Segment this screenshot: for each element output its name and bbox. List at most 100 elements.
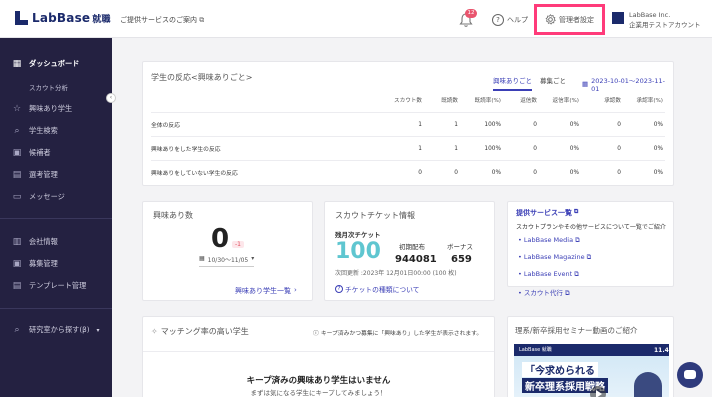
external-link-icon: ⧉ [575, 236, 580, 244]
sidebar-item-dashboard[interactable]: ▦ ダッシュボード [12, 59, 80, 69]
sparkle-icon: ✧ [151, 327, 158, 336]
service-item[interactable]: • LabBase Media ⧉ [518, 236, 591, 245]
services-title-link[interactable]: 提供サービス一覧 ⧉ [516, 208, 578, 218]
divider [143, 351, 494, 352]
col-header: 返信率(%) [552, 98, 579, 104]
company-account: 企業用テストアカウント [629, 21, 701, 29]
table-row: 全体の反応 1 1 100% 0 0% 0 0% [151, 112, 665, 136]
sidebar-item-student-search[interactable]: ⌕ 学生検索 [12, 126, 57, 136]
col-header: 既読率(%) [474, 98, 501, 104]
ticket-title: スカウトチケット情報 [335, 211, 415, 220]
reaction-title: 学生の反応<興味ありごと> [151, 73, 253, 82]
next-update-text: 次回更新 :2023年 12月01日00:00 (100 枚) [335, 270, 457, 277]
doc-icon: ▤ [12, 281, 22, 291]
sidebar-item-recruit[interactable]: ▣ 募集管理 [12, 259, 58, 269]
table-row: 興味ありをしていない学生の反応 0 0 0% 0 0% 0 0% [151, 160, 665, 184]
star-icon: ☆ [12, 104, 22, 114]
sidebar-item-messages[interactable]: ▭ メッセージ [12, 192, 65, 202]
search-icon: ⌕ [14, 325, 20, 335]
question-circle-icon: ? [335, 285, 343, 293]
chat-support-button[interactable] [677, 362, 703, 388]
sidebar: ‹ ▦ ダッシュボード スカウト分析 ☆ 興味あり学生 ⌕ 学生検索 ▣ 候補者… [0, 38, 116, 397]
seminar-title: 理系/新卒採用セミナー動画のご紹介 [515, 326, 638, 335]
bonus-value: 659 [451, 254, 472, 265]
tab-interest[interactable]: 興味ありごと [493, 75, 532, 91]
person-icon: ▣ [12, 148, 22, 158]
service-item[interactable]: • LabBase Magazine ⧉ [518, 253, 591, 262]
empty-subtitle: まずは気になる学生にキープしてみましょう！ [250, 389, 387, 397]
sidebar-item-scout-analysis[interactable]: スカウト分析 [29, 82, 68, 92]
interest-count-value: 0 [211, 224, 230, 254]
building-icon: ▥ [12, 237, 22, 247]
doc-icon: ▤ [12, 170, 22, 180]
interest-delta-badge: -1 [232, 241, 244, 248]
initial-label: 初期配布 [399, 243, 425, 251]
interested-students-link[interactable]: 興味あり学生一覧 › [235, 286, 297, 296]
seminar-card: 理系/新卒採用セミナー動画のご紹介 LabBase 就職 11.4 「今求められ… [507, 316, 674, 397]
app-logo[interactable]: LabBase 就職 [15, 11, 111, 25]
company-logo-icon [612, 12, 624, 24]
sidebar-collapse-button[interactable]: ‹ [106, 93, 116, 103]
labbase-logo-icon [15, 11, 28, 25]
sidebar-item-lab-search[interactable]: ⌕ 研究室から探す(β) ▾ [12, 325, 100, 335]
top-bar: LabBase 就職 ご提供サービスのご案内 ⧉ 12 ? ヘルプ 管理者設定 L… [0, 0, 712, 38]
matching-note: キープ済みかつ募集に「興味あり」した学生が表示されます。 [320, 331, 483, 337]
calendar-icon: ▦ [582, 80, 589, 88]
external-link-icon: ⧉ [586, 253, 592, 261]
external-link-icon: ⧉ [574, 208, 579, 215]
banner-line1: 「今求められる [522, 362, 598, 377]
seminar-video-thumbnail[interactable]: LabBase 就職 11.4 「今求められる 新卒理系採用戦略 [514, 344, 669, 397]
sidebar-item-company-info[interactable]: ▥ 会社情報 [12, 237, 58, 247]
services-card: 提供サービス一覧 ⧉ スカウトプランやその他サービスについて一覧でご紹介 • L… [507, 201, 674, 297]
week-range-select[interactable]: ▦ 10/30〜11/05 ▾ [199, 255, 255, 267]
reaction-tabs: 興味ありごと 募集ごと [493, 75, 566, 91]
company-account-menu[interactable]: LabBase Inc. 企業用テストアカウント [612, 10, 701, 30]
col-header: スカウト数 [394, 98, 422, 104]
monthly-ticket-label: 残月次チケット [335, 231, 381, 239]
chat-icon: ▭ [12, 192, 22, 202]
company-name: LabBase Inc. [629, 11, 671, 19]
admin-settings-button[interactable]: 管理者設定 [534, 4, 605, 35]
sidebar-item-selection[interactable]: ▤ 選考管理 [12, 170, 58, 180]
banner-brand: LabBase 就職 [514, 344, 669, 356]
search-icon: ⌕ [14, 126, 20, 136]
sidebar-item-interested-students[interactable]: ☆ 興味あり学生 [12, 104, 72, 114]
notification-badge: 12 [465, 9, 477, 18]
person-icon: ▣ [12, 259, 22, 269]
tab-recruit[interactable]: 募集ごと [540, 75, 566, 91]
ticket-types-link[interactable]: ? チケットの種類について [335, 284, 420, 294]
service-guide-link[interactable]: ご提供サービスのご案内 ⧉ [120, 15, 204, 25]
col-header: 承認数 [604, 98, 621, 104]
help-button[interactable]: ? ヘルプ [492, 14, 528, 26]
logo-sub: 就職 [92, 15, 111, 25]
services-list: • LabBase Media ⧉ • LabBase Magazine ⧉ •… [518, 236, 591, 302]
reaction-card: 学生の反応<興味ありごと> 興味ありごと 募集ごと ▦ 2023-10-01〜2… [142, 61, 674, 186]
interest-count-title: 興味あり数 [153, 211, 193, 220]
grid-icon: ▦ [12, 59, 22, 69]
external-link-icon: ⧉ [574, 270, 579, 278]
service-item[interactable]: • LabBase Event ⧉ [518, 270, 591, 279]
external-link-icon: ⧉ [564, 289, 570, 297]
sidebar-item-candidates[interactable]: ▣ 候補者 [12, 148, 51, 158]
chevron-right-icon: › [294, 286, 297, 294]
calendar-icon: ▦ [199, 255, 205, 262]
play-icon[interactable] [590, 386, 606, 397]
col-header: 返信数 [520, 98, 537, 104]
question-circle-icon: ⓘ [313, 331, 319, 337]
sidebar-item-templates[interactable]: ▤ テンプレート管理 [12, 281, 87, 291]
sidebar-divider [0, 218, 112, 219]
logo-text: LabBase [32, 11, 91, 25]
chevron-down-icon: ▾ [96, 326, 100, 334]
empty-title: キープ済みの興味あり学生はいません [246, 376, 391, 386]
external-link-icon: ⧉ [199, 16, 205, 24]
matching-title: マッチング率の高い学生 [160, 327, 249, 336]
reaction-table-header: スカウト数 既読数 既読率(%) 返信数 返信率(%) 承認数 承認率(%) [151, 96, 665, 104]
chevron-down-icon: ▾ [251, 255, 255, 262]
table-row: 興味ありをした学生の反応 1 1 100% 0 0% 0 0% [151, 136, 665, 160]
bonus-label: ボーナス [447, 243, 473, 251]
banner-date: 11.4 [654, 347, 669, 354]
date-range-picker[interactable]: ▦ 2023-10-01〜2023-11-01 [582, 75, 673, 93]
service-item[interactable]: • スカウト代行 ⧉ [518, 287, 591, 298]
services-desc: スカウトプランやその他サービスについて一覧でご紹介 [516, 224, 666, 231]
interest-count-card: 興味あり数 0 -1 ▦ 10/30〜11/05 ▾ 興味あり学生一覧 › [142, 201, 313, 301]
